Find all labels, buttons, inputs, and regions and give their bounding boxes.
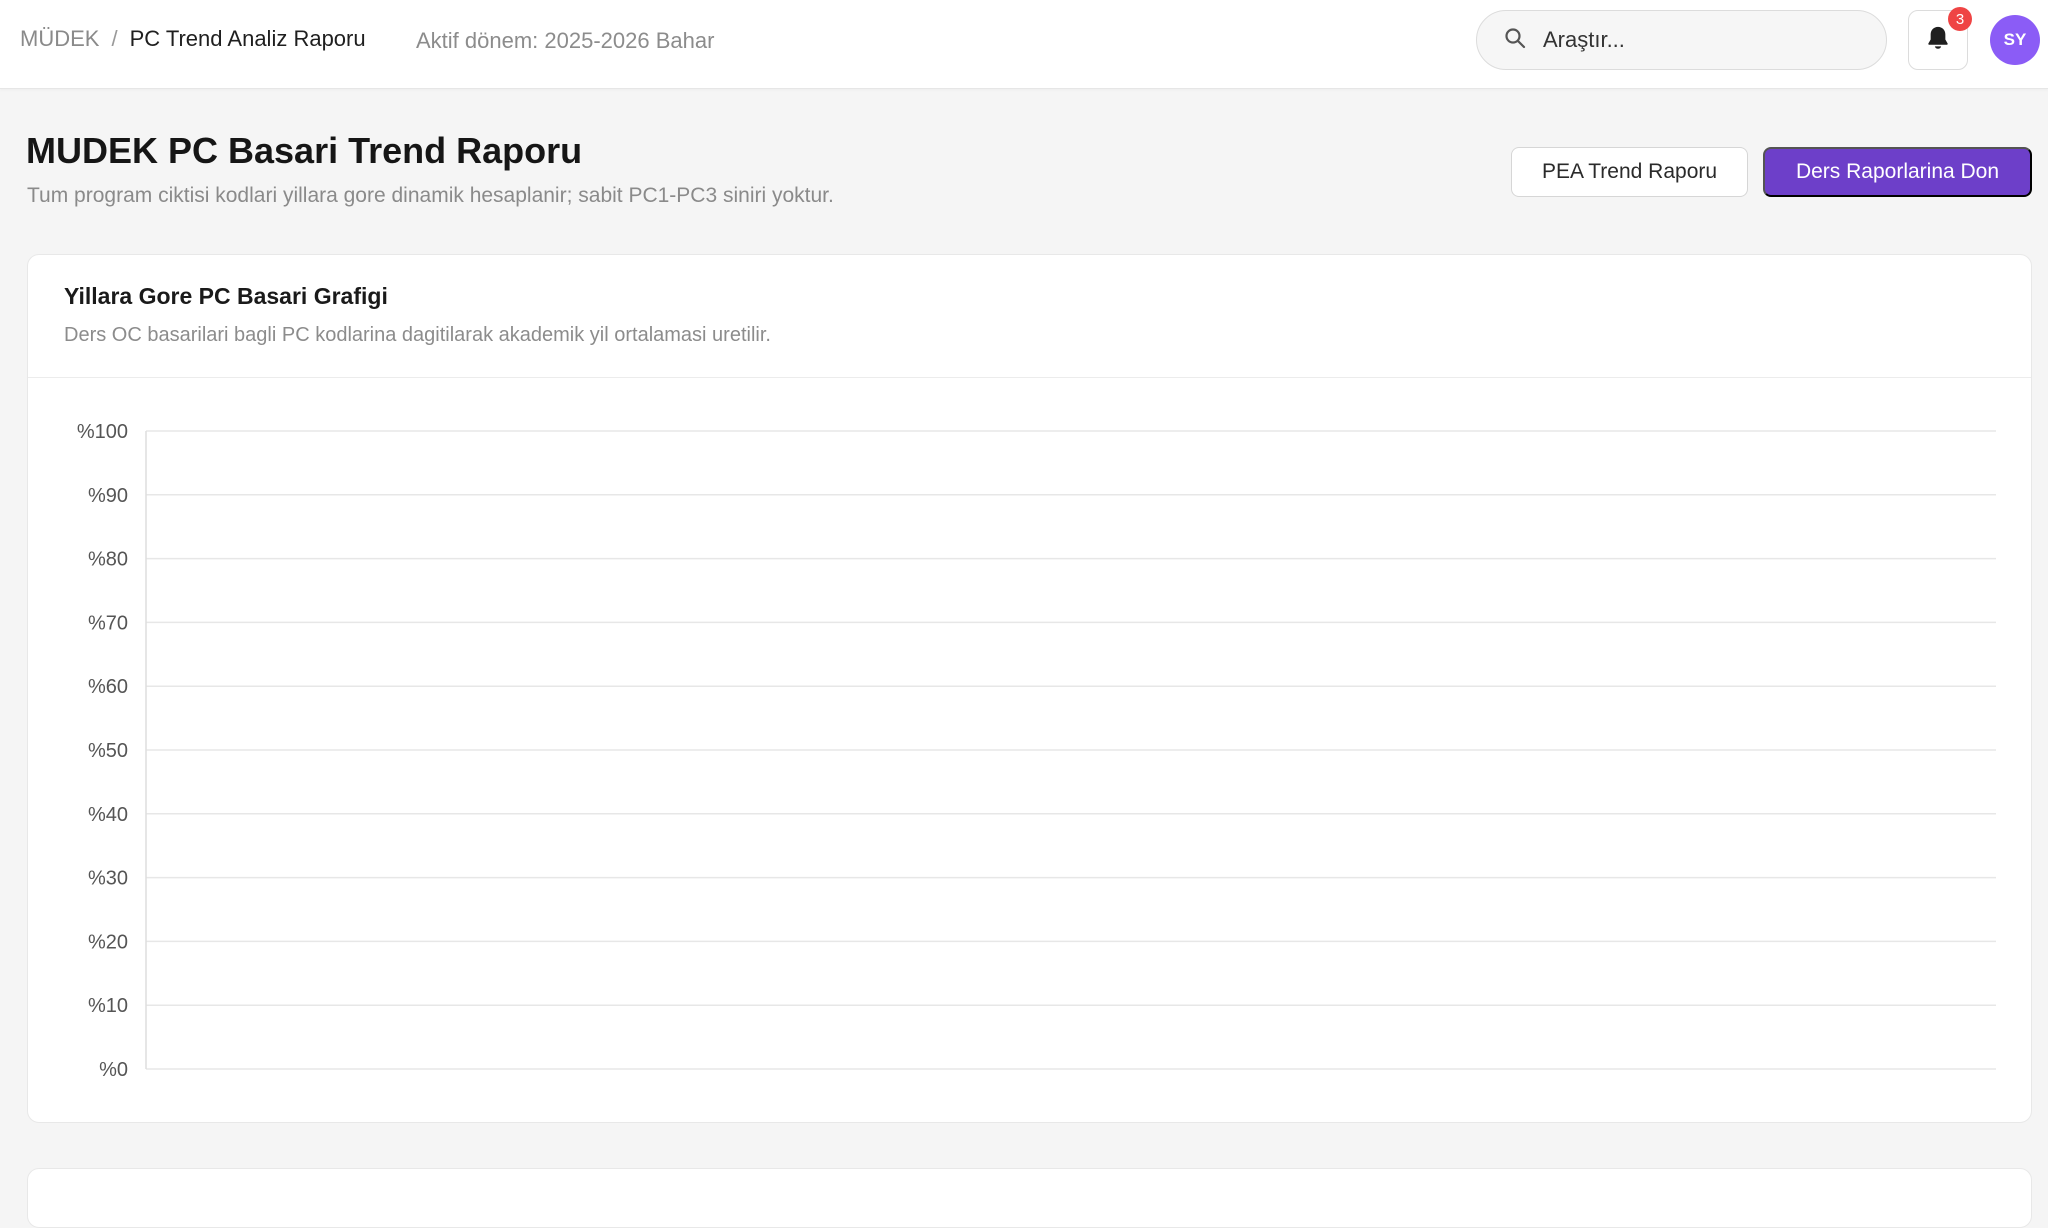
y-tick-label: %0: [99, 1059, 128, 1081]
y-tick-label: %10: [88, 995, 128, 1017]
breadcrumb-separator: /: [111, 26, 118, 51]
bell-icon: [1924, 24, 1952, 57]
search-input[interactable]: [1543, 27, 1873, 53]
active-period-label: Aktif dönem: 2025-2026 Bahar: [416, 28, 715, 53]
y-tick-label: %60: [88, 676, 128, 698]
y-tick-label: %80: [88, 549, 128, 571]
breadcrumb-current: PC Trend Analiz Raporu: [129, 26, 366, 51]
y-tick-label: %40: [88, 804, 128, 826]
user-avatar[interactable]: SY: [1990, 15, 2040, 65]
search-icon: [1503, 26, 1527, 55]
pc-success-trend-chart: %100 %90 %80 %70 %60 %50 %40 %30 %20 %10 %0: [77, 421, 1996, 1081]
y-tick-label: %50: [88, 740, 128, 762]
page-subtitle: Tum program ciktisi kodlari yillara gore…: [27, 184, 834, 207]
breadcrumb-root[interactable]: MÜDEK: [20, 26, 99, 52]
notification-count-badge: 3: [1948, 7, 1972, 31]
y-tick-label: %30: [88, 868, 128, 890]
top-bar: MÜDEK / PC Trend Analiz Raporu Aktif dön…: [0, 0, 2048, 89]
page-title: MUDEK PC Basari Trend Raporu: [26, 130, 583, 171]
secondary-card: [27, 1168, 2032, 1228]
breadcrumb: MÜDEK / PC Trend Analiz Raporu: [20, 26, 366, 52]
y-tick-label: %100: [77, 421, 128, 443]
pea-trend-report-button[interactable]: PEA Trend Raporu: [1511, 147, 1748, 197]
pc-success-chart-card: Yillara Gore PC Basari Grafigi Ders OC b…: [27, 254, 2032, 1123]
back-to-course-reports-button[interactable]: Ders Raporlarina Don: [1763, 147, 2032, 197]
y-tick-label: %20: [88, 931, 128, 953]
y-tick-label: %70: [88, 612, 128, 634]
y-tick-label: %90: [88, 485, 128, 507]
search-box[interactable]: [1476, 10, 1887, 70]
